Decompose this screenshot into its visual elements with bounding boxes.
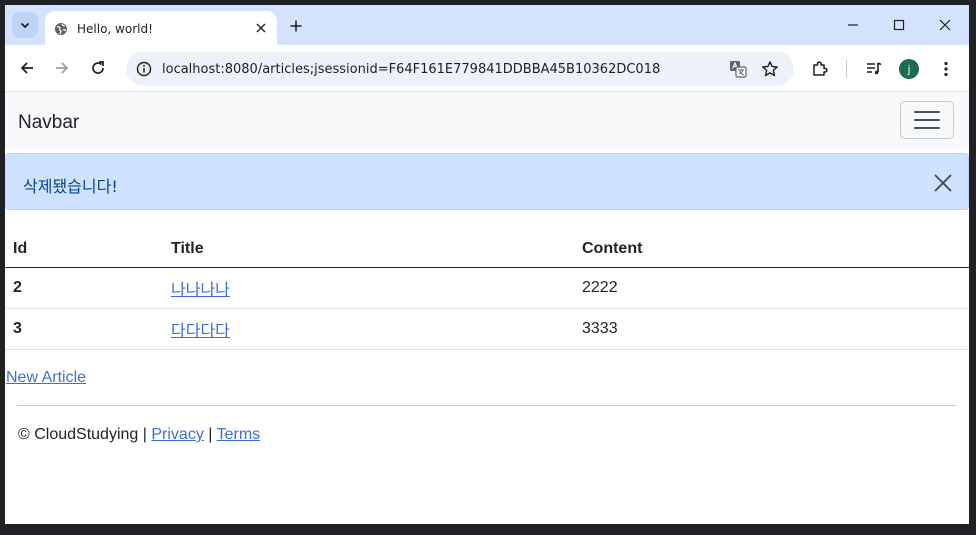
articles-table: Id Title Content 2 나나나나 2222 3 다다다다 3333	[5, 231, 969, 350]
table-header-row: Id Title Content	[5, 231, 969, 268]
reload-icon	[92, 61, 104, 74]
arrow-right-icon	[56, 62, 69, 74]
cell-title: 다다다다	[163, 308, 574, 350]
bookmark-star-icon[interactable]	[760, 59, 780, 79]
forward-button[interactable]	[48, 54, 76, 82]
browser-toolbar: localhost:8080/articles;jsessionid=F64F1…	[5, 45, 969, 92]
footer: © CloudStudying | Privacy | Terms	[18, 426, 260, 444]
address-bar[interactable]: localhost:8080/articles;jsessionid=F64F1…	[126, 52, 794, 86]
cell-id: 2	[5, 267, 163, 309]
footer-divider	[17, 405, 956, 406]
globe-icon	[55, 23, 67, 35]
cell-id: 3	[5, 308, 163, 350]
alert-success: 삭제됐습니다!	[5, 153, 969, 210]
navbar: Navbar	[5, 92, 969, 149]
url-text: localhost:8080/articles;jsessionid=F64F1…	[162, 62, 661, 77]
footer-separator: |	[208, 426, 213, 443]
translate-icon[interactable]	[728, 59, 748, 79]
column-header-content: Content	[574, 231, 969, 268]
minimize-button[interactable]	[830, 9, 876, 41]
column-header-id: Id	[5, 231, 163, 268]
media-controls-icon[interactable]	[862, 57, 886, 81]
tab-close-icon[interactable]	[253, 20, 269, 36]
navbar-brand[interactable]: Navbar	[18, 112, 79, 134]
cell-content: 2222	[574, 267, 969, 309]
terms-link[interactable]: Terms	[217, 426, 261, 443]
close-window-button[interactable]	[922, 9, 968, 41]
browser-window: Hello, world! localhost:8080/articles;js…	[5, 5, 969, 524]
site-info-icon[interactable]	[134, 59, 154, 79]
tab-strip: Hello, world!	[5, 5, 969, 45]
footer-separator: |	[142, 426, 147, 443]
cell-content: 3333	[574, 308, 969, 350]
alert-close-icon[interactable]	[931, 171, 955, 195]
cell-title: 나나나나	[163, 267, 574, 309]
reload-button[interactable]	[84, 54, 112, 82]
more-menu-icon[interactable]	[934, 57, 958, 81]
back-button[interactable]	[13, 54, 41, 82]
toolbar-divider	[846, 60, 847, 78]
minimize-icon	[848, 24, 858, 26]
footer-copyright: © CloudStudying	[18, 426, 139, 443]
article-title-link[interactable]: 나나나나	[171, 282, 230, 299]
new-article-link[interactable]: New Article	[6, 369, 86, 387]
column-header-title: Title	[163, 231, 574, 268]
tab-active[interactable]: Hello, world!	[45, 11, 277, 45]
navbar-toggler-button[interactable]	[900, 101, 954, 139]
tab-search-button[interactable]	[12, 12, 38, 38]
table-row: 2 나나나나 2222	[5, 267, 969, 309]
privacy-link[interactable]: Privacy	[151, 426, 203, 443]
chevron-down-icon	[20, 22, 30, 29]
hamburger-icon	[914, 111, 940, 129]
new-tab-button[interactable]	[285, 15, 307, 37]
tab-title: Hello, world!	[77, 22, 153, 36]
close-icon	[939, 19, 951, 31]
extensions-icon[interactable]	[808, 57, 832, 81]
page-content: Navbar 삭제됐습니다! Id Title Content 2 나나나나 2…	[5, 92, 969, 524]
table-row: 3 다다다다 3333	[5, 308, 969, 350]
maximize-button[interactable]	[876, 9, 922, 41]
maximize-icon	[893, 19, 905, 31]
plus-icon	[290, 20, 302, 32]
article-title-link[interactable]: 다다다다	[171, 323, 230, 340]
alert-message: 삭제됐습니다!	[23, 177, 118, 196]
profile-avatar[interactable]: j	[899, 59, 919, 79]
arrow-left-icon	[20, 62, 33, 74]
